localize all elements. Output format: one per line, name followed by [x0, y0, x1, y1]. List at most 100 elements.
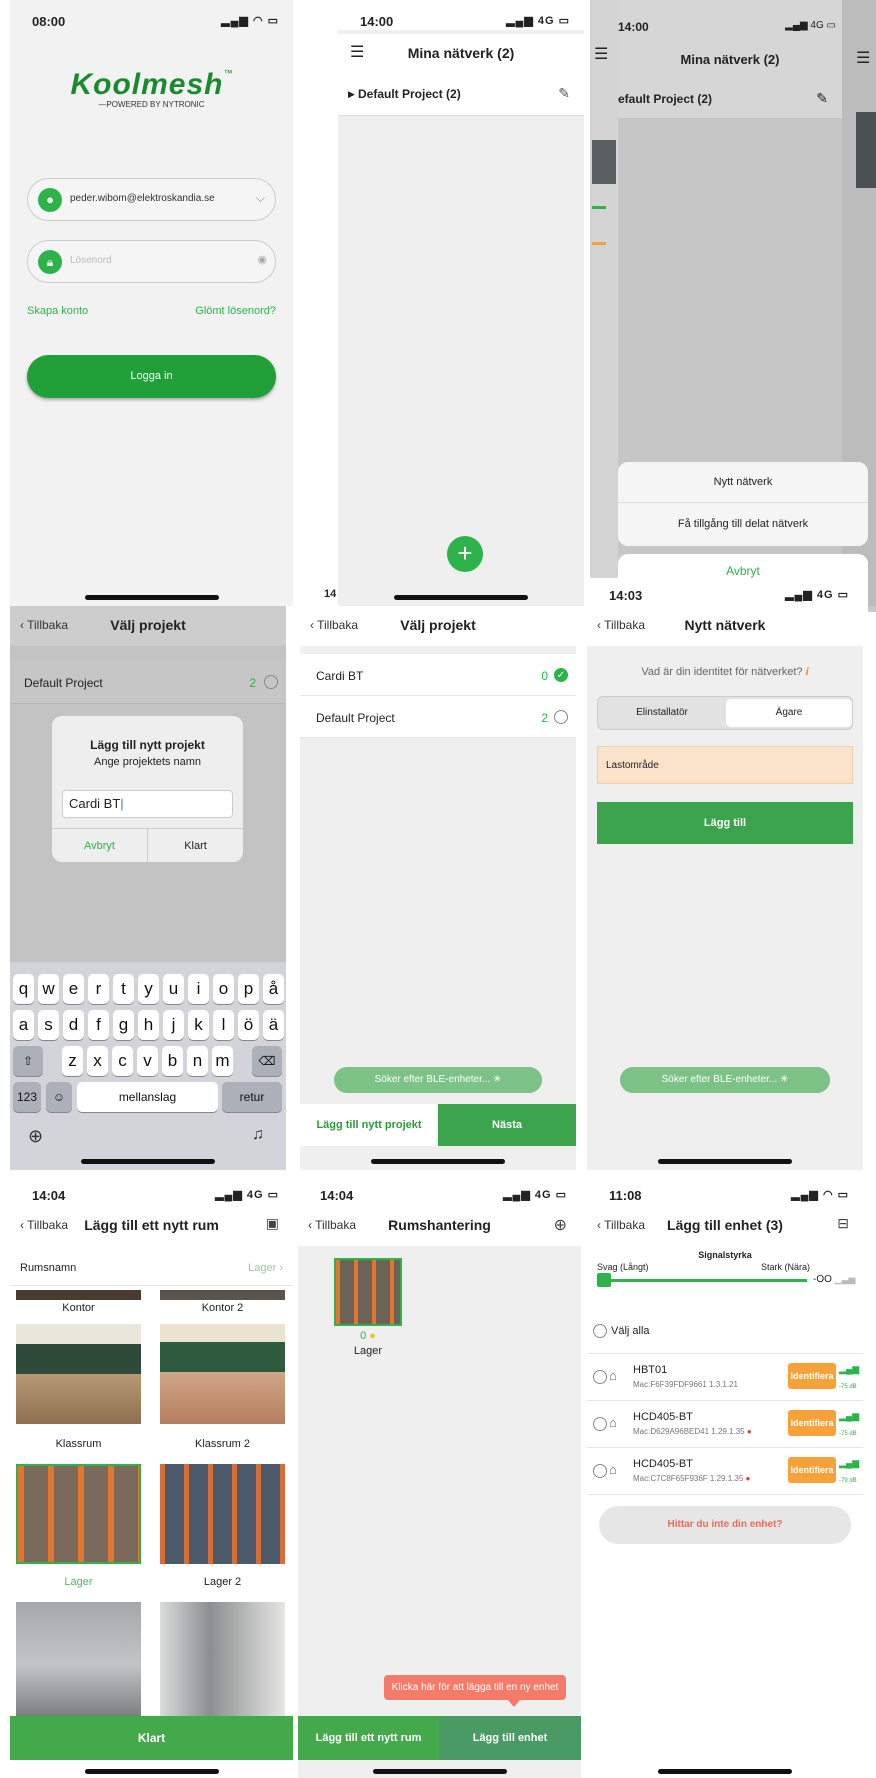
project-header[interactable]: efault Project (2) [618, 92, 712, 106]
numbers-key[interactable]: 123 [13, 1082, 41, 1112]
identify-button[interactable]: Identifiera [788, 1363, 836, 1389]
keyboard-key[interactable]: å [263, 974, 284, 1004]
identify-button[interactable]: Identifiera [788, 1457, 836, 1483]
space-key[interactable]: mellanslag [77, 1082, 218, 1112]
keyboard-key[interactable]: d [63, 1010, 84, 1040]
keyboard-key[interactable]: a [13, 1010, 34, 1040]
device-row[interactable]: ⌂ HCD405-BT Mac:D629A96BED41 1.29.1.35 ●… [587, 1401, 863, 1448]
radio-button[interactable] [554, 710, 568, 724]
email-field[interactable]: ● peder.wibom@elektroskandia.se ⌵ [27, 178, 276, 221]
keyboard-key[interactable]: g [113, 1010, 134, 1040]
nav-bar: ‹ Tillbaka Rumshantering ⊕ [298, 1206, 581, 1246]
eye-icon[interactable]: ◉ [257, 253, 267, 266]
image-icon[interactable]: ▣ [266, 1215, 279, 1232]
info-icon[interactable]: i [806, 666, 809, 678]
dialog-cancel-button[interactable]: Avbryt [52, 840, 147, 852]
check-icon[interactable]: ✓ [554, 668, 568, 682]
add-device-button[interactable]: Lägg till enhet [439, 1716, 581, 1760]
keyboard-key[interactable]: y [138, 974, 159, 1004]
room-tile[interactable] [160, 1324, 285, 1436]
keyboard-key[interactable]: w [38, 974, 59, 1004]
add-button[interactable]: Lägg till [597, 802, 853, 844]
new-network-option[interactable]: Nytt nätverk [618, 476, 868, 488]
login-button[interactable]: Logga in [27, 355, 276, 398]
forgot-password-link[interactable]: Glömt lösenord? [195, 305, 276, 317]
project-row[interactable]: Default Project 2 [300, 696, 576, 738]
chevron-down-icon[interactable]: ⌵ [256, 191, 265, 206]
next-button[interactable]: Nästa [438, 1104, 576, 1146]
project-row[interactable]: Cardi BT 0 ✓ [300, 654, 576, 696]
keyboard-key[interactable]: s [38, 1010, 59, 1040]
edit-icon[interactable]: ✎ [558, 85, 570, 102]
keyboard-key[interactable]: h [138, 1010, 159, 1040]
keyboard-key[interactable]: t [113, 974, 134, 1004]
create-account-link[interactable]: Skapa konto [27, 305, 88, 317]
keyboard-key[interactable]: i [188, 974, 209, 1004]
status-bar: 14:00 ▂▄▆ 4G ▭ [338, 0, 584, 30]
radio-button[interactable] [593, 1324, 607, 1338]
dialog-done-button[interactable]: Klart [148, 840, 243, 852]
keyboard-key[interactable]: l [213, 1010, 234, 1040]
keyboard-key[interactable]: o [213, 974, 234, 1004]
device-row[interactable]: ⌂ HBT01 Mac:F6F39FDF9661 1.3.1.21 Identi… [587, 1354, 863, 1401]
keyboard-key[interactable]: r [88, 974, 109, 1004]
emoji-icon[interactable]: ☺ [46, 1082, 72, 1112]
room-tile-selected[interactable] [16, 1464, 141, 1576]
room-tile[interactable] [160, 1464, 285, 1576]
add-room-button[interactable]: Lägg till ett nytt rum [298, 1716, 439, 1760]
network-name-input[interactable]: Lastområde [597, 746, 853, 784]
add-device-tooltip[interactable]: Klicka här för att lägga till en ny enhe… [384, 1675, 566, 1700]
password-field[interactable]: 🔒︎ Lösenord ◉ [27, 240, 276, 283]
radio-button[interactable] [593, 1370, 607, 1384]
shared-network-option[interactable]: Få tillgång till delat nätverk [618, 518, 868, 530]
edit-icon[interactable]: ✎ [816, 90, 828, 107]
device-not-found-button[interactable]: Hittar du inte din enhet? [599, 1506, 851, 1544]
microphone-icon[interactable]: ♫ [252, 1126, 264, 1144]
identify-button[interactable]: Identifiera [788, 1410, 836, 1436]
room-tile[interactable] [160, 1602, 285, 1716]
signal-slider-handle[interactable] [597, 1273, 611, 1287]
segment-installer[interactable]: Elinstallatör [598, 707, 726, 718]
page-title: Mina nätverk (2) [407, 45, 515, 61]
keyboard-key[interactable]: p [238, 974, 259, 1004]
radio-button[interactable] [593, 1417, 607, 1431]
shift-icon[interactable]: ⇧ [13, 1046, 43, 1076]
select-all-row[interactable]: Välj alla [587, 1308, 863, 1354]
keyboard-key[interactable]: k [188, 1010, 209, 1040]
return-key[interactable]: retur [222, 1082, 282, 1112]
add-network-button[interactable]: + [447, 536, 483, 572]
done-button[interactable]: Klart [10, 1716, 293, 1760]
segment-owner[interactable]: Ägare [726, 699, 852, 727]
project-name-input[interactable]: Cardi BT| [62, 790, 233, 818]
signal-strength-title: Signalstyrka [698, 1250, 752, 1260]
keyboard-key[interactable]: u [163, 974, 184, 1004]
keyboard-key[interactable]: f [88, 1010, 109, 1040]
room-card[interactable] [334, 1258, 402, 1326]
keyboard-key[interactable]: ä [263, 1010, 284, 1040]
add-project-button[interactable]: Lägg till nytt projekt [300, 1104, 438, 1146]
keyboard-key[interactable]: n [187, 1046, 208, 1076]
signal-slider-track[interactable] [597, 1279, 807, 1282]
keyboard-key[interactable]: b [162, 1046, 183, 1076]
keyboard-key[interactable]: j [163, 1010, 184, 1040]
keyboard-key[interactable]: x [87, 1046, 108, 1076]
room-name-row[interactable]: Rumsnamn Lager › [10, 1250, 293, 1286]
room-tile[interactable] [16, 1602, 141, 1716]
keyboard-key[interactable]: e [63, 974, 84, 1004]
keyboard-key[interactable]: c [112, 1046, 133, 1076]
project-header[interactable]: ▶ Default Project (2) ✎ [338, 74, 584, 116]
device-row[interactable]: ⌂ HCD405-BT Mac:C7C8F65F936F 1.29.1.35 ●… [587, 1448, 863, 1495]
room-tile[interactable] [16, 1324, 141, 1436]
globe-icon[interactable]: ⊕ [28, 1126, 43, 1147]
radio-button[interactable] [264, 675, 278, 689]
keyboard-key[interactable]: q [13, 974, 34, 1004]
toolbox-icon[interactable]: ⊟ [837, 1215, 849, 1232]
backspace-icon[interactable]: ⌫ [252, 1046, 282, 1076]
keyboard-key[interactable]: z [62, 1046, 83, 1076]
keyboard-key[interactable]: v [137, 1046, 158, 1076]
project-row[interactable]: Default Project 2 [10, 660, 286, 704]
add-circle-icon[interactable]: ⊕ [554, 1215, 567, 1235]
keyboard-key[interactable]: m [212, 1046, 233, 1076]
radio-button[interactable] [593, 1464, 607, 1478]
keyboard-key[interactable]: ö [238, 1010, 259, 1040]
